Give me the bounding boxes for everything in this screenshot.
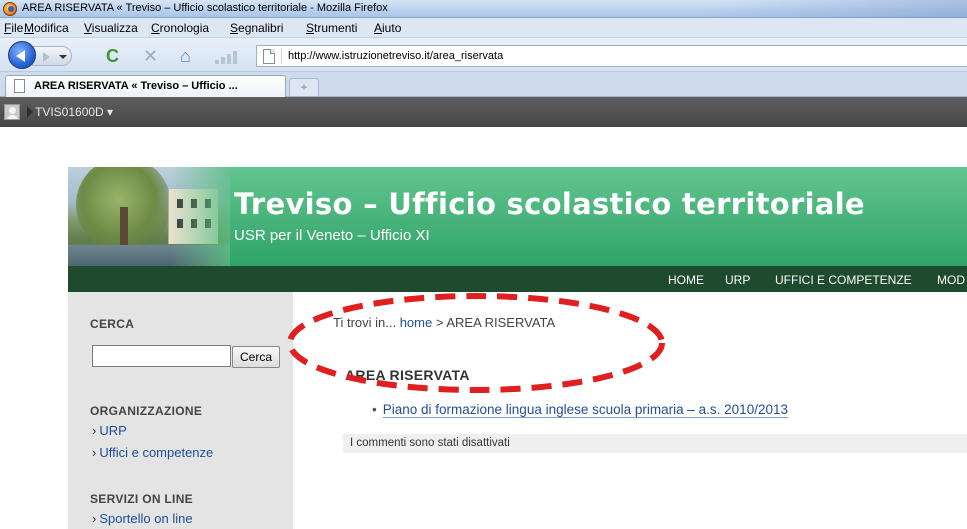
list-item: • Piano di formazione lingua inglese scuo…: [372, 402, 788, 418]
titlebar-glass: [707, 0, 967, 18]
breadcrumb: Ti trovi in... home > AREA RISERVATA: [333, 315, 556, 330]
site-title[interactable]: Treviso – Ufficio scolastico territorial…: [234, 187, 865, 221]
comments-disabled-note: I commenti sono stati disattivati: [343, 434, 967, 453]
sidebar-item-urp[interactable]: › URP: [92, 423, 127, 438]
address-bar[interactable]: http://www.istruzionetreviso.it/area_ris…: [256, 45, 967, 67]
forward-button[interactable]: [32, 46, 72, 66]
search-input[interactable]: [92, 345, 231, 367]
org-widget-title: ORGANIZZAZIONE: [90, 404, 203, 418]
menu-modifica[interactable]: Modifica: [24, 21, 69, 35]
page-icon: [263, 49, 275, 64]
search-button[interactable]: Cerca: [232, 346, 280, 368]
search-widget-title: CERCA: [90, 317, 135, 331]
sidebar-item-uffici-e-competenze[interactable]: › Uffici e competenze: [92, 445, 213, 460]
page-icon: [14, 79, 25, 93]
site-header: Treviso – Ufficio scolastico territorial…: [68, 167, 967, 266]
nav-home[interactable]: HOME: [668, 273, 704, 287]
tab-bar: AREA RISERVATA « Treviso – Ufficio ... +: [0, 72, 967, 97]
arrow-icon: [27, 106, 33, 118]
menu-file[interactable]: File: [4, 21, 23, 35]
highlight-annotation: [287, 293, 665, 393]
firefox-logo-icon: [3, 2, 17, 16]
tab-title: AREA RISERVATA « Treviso – Ufficio ...: [34, 80, 238, 92]
services-widget-title: SERVIZI ON LINE: [90, 492, 193, 506]
nav-urp[interactable]: URP: [725, 273, 750, 287]
post-link[interactable]: Piano di formazione lingua inglese scuol…: [382, 402, 788, 418]
user-menu[interactable]: TVIS01600D ▾: [35, 105, 113, 119]
forward-icon: [43, 52, 50, 62]
signal-icon: [215, 50, 237, 64]
nav-uffici-e-competenze[interactable]: UFFICI E COMPETENZE: [775, 273, 912, 287]
nav-mod[interactable]: MOD: [937, 273, 965, 287]
avatar[interactable]: [4, 104, 20, 120]
sidebar-item-sportello-on-line[interactable]: › Sportello on line: [92, 511, 193, 526]
menu-aiuto[interactable]: Aiuto: [374, 21, 401, 35]
breadcrumb-current: AREA RISERVATA: [446, 315, 556, 330]
site-subtitle: USR per il Veneto – Ufficio XI: [234, 227, 430, 244]
header-photo: [68, 167, 230, 266]
reload-icon[interactable]: C: [106, 47, 119, 65]
navigation-toolbar: C ✕ ⌂ http://www.istruzionetreviso.it/ar…: [0, 38, 967, 72]
window-title: AREA RISERVATA « Treviso – Ufficio scola…: [22, 2, 388, 14]
admin-bar: TVIS01600D ▾: [0, 97, 967, 127]
menu-segnalibri[interactable]: Segnalibri: [230, 21, 283, 35]
history-dropdown-icon[interactable]: [59, 55, 67, 59]
back-button[interactable]: [8, 41, 36, 69]
sidebar: CERCA Cerca ORGANIZZAZIONE › URP › Uffici …: [68, 292, 293, 529]
menu-strumenti[interactable]: Strumenti: [306, 21, 357, 35]
breadcrumb-home-link[interactable]: home: [400, 315, 433, 330]
menu-bar: File Modifica Visualizza Cronologia Segn…: [0, 18, 967, 38]
page-title: AREA RISERVATA: [345, 367, 470, 383]
window-titlebar: AREA RISERVATA « Treviso – Ufficio scola…: [0, 0, 967, 18]
url-text[interactable]: http://www.istruzionetreviso.it/area_ris…: [288, 50, 503, 62]
menu-cronologia[interactable]: Cronologia: [151, 21, 209, 35]
stop-icon[interactable]: ✕: [143, 47, 158, 65]
new-tab-button[interactable]: +: [289, 78, 319, 96]
home-icon[interactable]: ⌂: [180, 47, 191, 65]
menu-visualizza[interactable]: Visualizza: [84, 21, 138, 35]
main-nav: HOME URP UFFICI E COMPETENZE MOD: [68, 266, 967, 292]
tab-area-riservata[interactable]: AREA RISERVATA « Treviso – Ufficio ...: [5, 75, 286, 97]
